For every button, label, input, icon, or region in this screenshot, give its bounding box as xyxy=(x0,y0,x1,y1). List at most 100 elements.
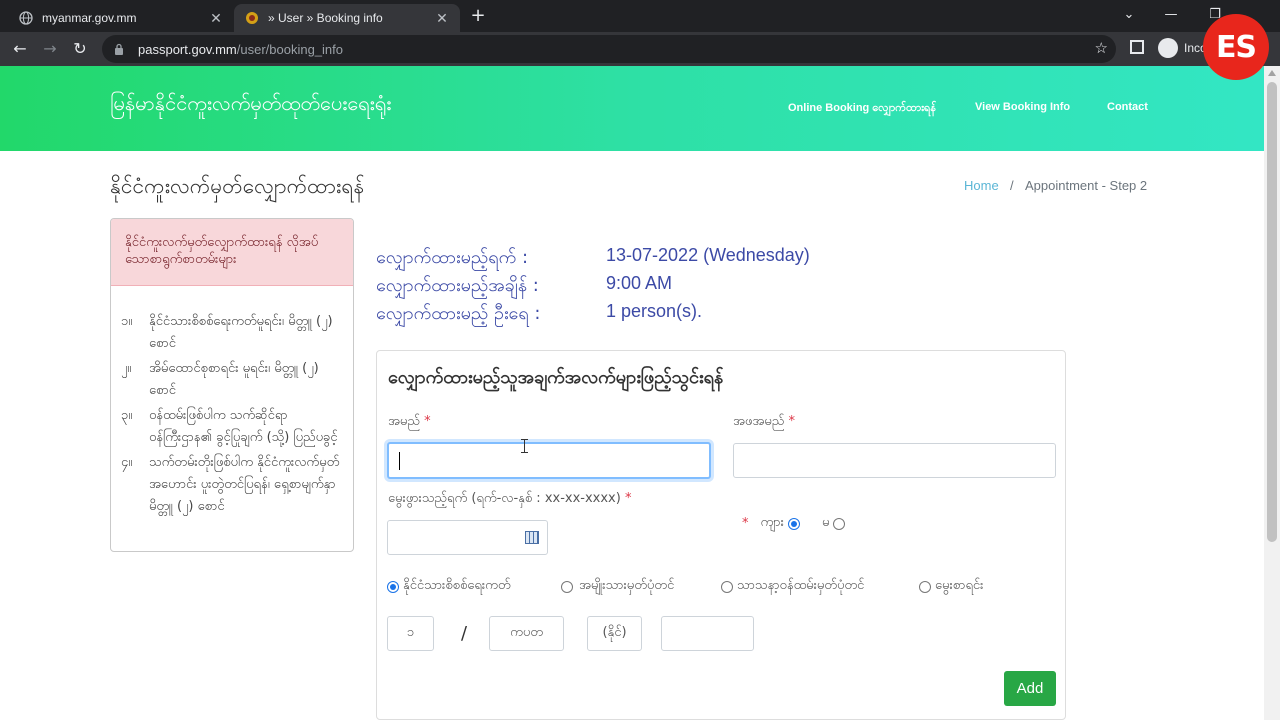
lock-icon xyxy=(114,42,128,56)
father-name-label-text: အဖအမည် xyxy=(733,414,785,429)
close-tab-icon[interactable]: ✕ xyxy=(434,10,450,27)
nrc-township-select[interactable]: ကပတ xyxy=(489,616,564,651)
tab-search-icon[interactable]: ⌄ xyxy=(1114,4,1144,26)
address-bar: ← → ↻ passport.gov.mm/user/booking_info … xyxy=(0,32,1280,66)
add-button[interactable]: Add xyxy=(1004,671,1056,706)
name-input[interactable] xyxy=(387,442,711,479)
dob-label: မွေးဖွားသည့်ရက် (ရက်-လ-နှစ် : xx-xx-xxxx… xyxy=(388,490,631,509)
gender-male-radio[interactable] xyxy=(787,517,800,530)
list-item-number: ၄။ xyxy=(121,455,133,470)
browser-tab-bar: myanmar.gov.mm ✕ » User » Booking info ✕… xyxy=(0,0,1280,32)
url-path: /user/booking_info xyxy=(236,41,343,57)
booking-persons-value: 1 person(s). xyxy=(606,301,703,321)
bookmark-star-icon[interactable]: ☆ xyxy=(1095,39,1108,57)
id-type-birth-cert-radio[interactable] xyxy=(919,580,931,593)
list-item-number: ၂။ xyxy=(121,361,132,376)
scroll-up-icon[interactable] xyxy=(1268,70,1276,76)
breadcrumb-current: Appointment - Step 2 xyxy=(1025,178,1148,193)
required-mark: * xyxy=(742,516,749,531)
id-type-birth-cert[interactable]: မွေးစာရင်း xyxy=(919,577,983,596)
id-type-nrc-radio[interactable] xyxy=(387,580,399,593)
text-caret xyxy=(399,451,400,470)
site-brand[interactable]: မြန်မာနိုင်ငံကူးလက်မှတ်ထုတ်ပေးရေးရုံး xyxy=(110,90,391,120)
mouse-ibeam-cursor xyxy=(521,439,531,453)
requirements-header: နိုင်ငံကူးလက်မှတ်လျှောက်ထားရန် လိုအပ်သော… xyxy=(111,219,353,286)
booking-persons-label: လျှောက်ထားမည့် ဦးရေ : xyxy=(376,303,541,324)
page-title: နိုင်ငံကူးလက်မှတ်လျှောက်ထားရန် xyxy=(110,174,365,198)
minimize-icon[interactable]: — xyxy=(1156,4,1186,26)
gender-male-label: ကျား xyxy=(760,515,784,530)
back-icon[interactable]: ← xyxy=(9,38,31,60)
applicant-form-card: လျှောက်ထားမည့်သူအချက်အလက်များဖြည့်သွင်းရ… xyxy=(376,350,1066,720)
list-item: ၃။ ဝန်ထမ်းဖြစ်ပါက သက်ဆိုင်ရာ ဝန်ကြီးဌာန၏ … xyxy=(121,405,343,449)
gender-female-label: မ xyxy=(821,515,830,530)
emblem-icon xyxy=(244,10,260,26)
nrc-slash: / xyxy=(461,623,468,644)
father-name-label: အဖအမည် * xyxy=(733,413,795,432)
id-type-national-reg-label: အမျိုးသားမှတ်ပုံတင် xyxy=(579,578,675,593)
list-item-text: ဝန်ထမ်းဖြစ်ပါက သက်ဆိုင်ရာ ဝန်ကြီးဌာန၏ ခွ… xyxy=(149,408,338,445)
channel-logo-text: ES xyxy=(1215,29,1257,65)
site-header: မြန်မာနိုင်ငံကူးလက်မှတ်ထုတ်ပေးရေးရုံး On… xyxy=(0,66,1264,151)
breadcrumb-separator: / xyxy=(1010,178,1014,193)
gender-group: * ကျား မ xyxy=(742,514,846,533)
id-type-religious-radio[interactable] xyxy=(721,580,733,593)
required-mark: * xyxy=(788,414,795,429)
booking-date-value: 13-07-2022 (Wednesday) xyxy=(606,245,810,265)
close-tab-icon[interactable]: ✕ xyxy=(208,10,224,27)
id-type-religious[interactable]: သာသနာ့ဝန်ထမ်းမှတ်ပုံတင် xyxy=(721,577,864,596)
list-item: ၂။ အိမ်ထောင်စုစာရင်း မူရင်း၊ မိတ္တူ (၂) စ… xyxy=(121,358,343,402)
list-item: ၄။ သက်တမ်းတိုးဖြစ်ပါက နိုင်ငံကူးလက်မှတ်အဟ… xyxy=(121,452,343,518)
father-name-input[interactable] xyxy=(733,443,1056,478)
reload-icon[interactable]: ↻ xyxy=(69,38,91,60)
url-field[interactable]: passport.gov.mm/user/booking_info ☆ xyxy=(102,35,1116,63)
name-label: အမည် * xyxy=(388,413,431,432)
requirements-list: ၁။ နိုင်ငံသားစိစစ်ရေးကတ်မူရင်း၊ မိတ္တူ (၂… xyxy=(111,286,353,518)
list-item-text: နိုင်ငံသားစိစစ်ရေးကတ်မူရင်း၊ မိတ္တူ (၂) … xyxy=(149,314,333,351)
list-item-text: သက်တမ်းတိုးဖြစ်ပါက နိုင်ငံကူးလက်မှတ်အဟော… xyxy=(149,455,340,514)
new-tab-icon[interactable]: + xyxy=(468,6,488,26)
dob-label-text: မွေးဖွားသည့်ရက် (ရက်-လ-နှစ် : xx-xx-xxxx… xyxy=(388,491,621,506)
nav-contact[interactable]: Contact xyxy=(1107,101,1148,113)
scrollbar-thumb[interactable] xyxy=(1267,82,1277,542)
required-mark: * xyxy=(624,491,632,506)
form-title: လျှောက်ထားမည့်သူအချက်အလက်များဖြည့်သွင်းရ… xyxy=(388,367,724,388)
nav-view-booking-info[interactable]: View Booking Info xyxy=(975,101,1070,113)
booking-date-label: လျှောက်ထားမည့်ရက် : xyxy=(376,247,529,268)
id-type-national-reg-radio[interactable] xyxy=(561,580,573,593)
nrc-number-input[interactable] xyxy=(661,616,754,651)
browser-tab-myanmar-gov[interactable]: myanmar.gov.mm ✕ xyxy=(8,4,234,32)
nav-online-booking[interactable]: Online Booking လျှောက်ထားရန် xyxy=(788,101,936,117)
booking-time-label: လျှောက်ထားမည့်အချိန် : xyxy=(376,275,539,296)
requirements-card: နိုင်ငံကူးလက်မှတ်လျှောက်ထားရန် လိုအပ်သော… xyxy=(110,218,354,552)
page-viewport: မြန်မာနိုင်ငံကူးလက်မှတ်ထုတ်ပေးရေးရုံး On… xyxy=(0,66,1264,720)
id-type-birth-cert-label: မွေးစာရင်း xyxy=(935,578,984,593)
nrc-type-value: (နိုင်) xyxy=(602,625,627,640)
booking-time-value: 9:00 AM xyxy=(606,273,673,293)
nrc-township-value: ကပတ xyxy=(510,625,543,640)
list-item-number: ၁။ xyxy=(121,314,133,329)
incognito-icon xyxy=(1158,38,1178,58)
channel-logo: ES xyxy=(1203,14,1269,80)
calendar-icon[interactable] xyxy=(525,531,539,544)
nrc-state-value: ၁ xyxy=(406,625,415,640)
page-scrollbar[interactable] xyxy=(1264,66,1280,720)
forward-icon[interactable]: → xyxy=(39,38,61,60)
list-item-text: အိမ်ထောင်စုစာရင်း မူရင်း၊ မိတ္တူ (၂) စော… xyxy=(149,361,319,398)
required-mark: * xyxy=(424,414,431,429)
nrc-state-select[interactable]: ၁ xyxy=(387,616,434,651)
id-type-nrc[interactable]: နိုင်ငံသားစိစစ်ရေးကတ် xyxy=(387,577,511,596)
tab-title: » User » Booking info xyxy=(268,11,383,25)
dob-input[interactable] xyxy=(387,520,548,555)
url-host: passport.gov.mm xyxy=(138,41,237,57)
id-type-national-reg[interactable]: အမျိုးသားမှတ်ပုံတင် xyxy=(561,577,674,596)
list-item-number: ၃။ xyxy=(121,408,133,423)
globe-icon xyxy=(18,10,34,26)
incognito-indicator[interactable]: Inco xyxy=(1158,38,1207,58)
side-panel-icon[interactable] xyxy=(1130,40,1144,54)
breadcrumb-home[interactable]: Home xyxy=(964,178,999,193)
browser-tab-booking-info[interactable]: » User » Booking info ✕ xyxy=(234,4,460,32)
nrc-type-select[interactable]: (နိုင်) xyxy=(587,616,642,651)
id-type-religious-label: သာသနာ့ဝန်ထမ်းမှတ်ပုံတင် xyxy=(737,578,865,593)
gender-female-radio[interactable] xyxy=(833,517,846,530)
